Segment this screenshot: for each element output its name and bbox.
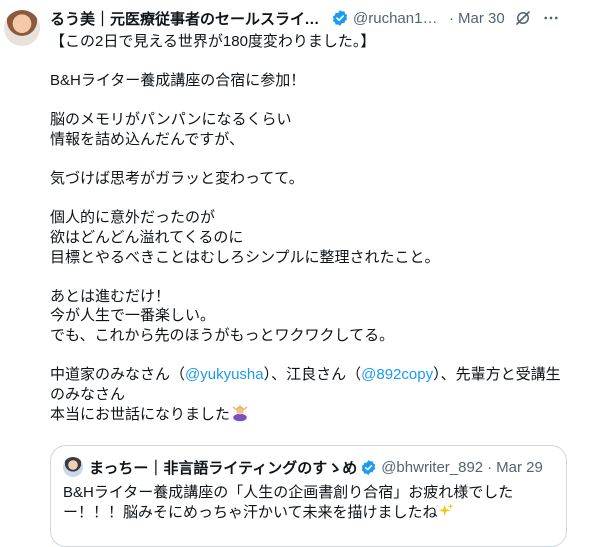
tweet-header: るう美｜元医療従事者のセールスライタ… @ruchan16… · Mar 30 xyxy=(50,6,585,30)
tweet-lines: 【この2日で見える世界が180度変わりました。】 B&Hライター養成講座の合宿に参… xyxy=(50,32,570,365)
tweet-text: 【この2日で見える世界が180度変わりました。】 B&Hライター養成講座の合宿に参… xyxy=(50,32,570,424)
quote-line-2: ー！！！脳みそにめっちゃ汗かいて未来を描けましたね xyxy=(63,503,558,523)
tweet-line: 脳のメモリがパンパンになるくらい xyxy=(50,111,292,129)
author-avatar[interactable] xyxy=(4,10,40,46)
tweet-line: B&Hライター養成講座の合宿に参加！ xyxy=(50,72,306,90)
quote-author-name[interactable]: まっちー｜非言語ライティングのすゝめ xyxy=(89,457,357,478)
tweet-line: 情報を詰め込んだんですが、 xyxy=(50,130,244,148)
thanks-middle: ）、江良さん（ xyxy=(263,366,362,384)
quote-date[interactable]: Mar 29 xyxy=(496,459,543,476)
quote-header: まっちー｜非言語ライティングのすゝめ @bhwriter_892 · Mar 2… xyxy=(63,456,556,478)
quote-text: B&Hライター養成講座の「人生の企画書創り合宿」お疲れ様でした ー！！！脳みそに… xyxy=(63,483,558,523)
thanks-line-1: 中道家のみなさん（@yukyusha）、江良さん（@892copy）、先輩方と受… xyxy=(50,365,570,385)
thanks-line-3-text: 本当にお世話になりました xyxy=(50,406,231,424)
separator-dot: · xyxy=(487,458,493,476)
thanks-line-3: 本当にお世話になりました xyxy=(50,404,570,424)
tweet-line: 今が人生で一番楽しい。 xyxy=(50,307,216,325)
tweet-line: あとは進むだけ！ xyxy=(50,287,171,305)
grok-icon[interactable] xyxy=(514,9,532,27)
mention-892copy[interactable]: @892copy xyxy=(361,366,433,383)
thanks-line-2: のみなさん xyxy=(50,385,126,403)
bowing-person-emoji xyxy=(231,404,249,428)
verified-badge-icon xyxy=(360,459,377,476)
mention-yukyusha[interactable]: @yukyusha xyxy=(185,366,264,383)
tweet-line: 目標とやるべきことはむしろシンプルに整理されたこと。 xyxy=(50,248,440,266)
tweet-line: でも、これから先のほうがもっとワクワクしてる。 xyxy=(50,326,395,344)
sparkles-emoji xyxy=(438,503,454,521)
tweet-date[interactable]: Mar 30 xyxy=(458,10,505,27)
more-icon[interactable] xyxy=(542,9,560,27)
tweet-line: 個人的に意外だったのが xyxy=(50,209,216,227)
author-handle[interactable]: @ruchan16… xyxy=(353,10,445,27)
thanks-prefix: 中道家のみなさん（ xyxy=(50,366,186,384)
verified-badge-icon xyxy=(331,9,349,27)
quoted-tweet[interactable]: まっちー｜非言語ライティングのすゝめ @bhwriter_892 · Mar 2… xyxy=(50,445,567,547)
tweet-line: 欲はどんどん溢れてくるのに xyxy=(50,228,244,246)
quote-author-avatar[interactable] xyxy=(63,457,83,477)
tweet-line: 気づけば思考がガラッと変わってて。 xyxy=(50,170,304,188)
author-name[interactable]: るう美｜元医療従事者のセールスライタ… xyxy=(50,8,328,29)
tweet[interactable]: るう美｜元医療従事者のセールスライタ… @ruchan16… · Mar 30 … xyxy=(0,0,593,547)
separator-dot: · xyxy=(449,9,454,27)
thanks-suffix: ）、先輩方と受講生 xyxy=(433,366,561,384)
tweet-line: 【この2日で見える世界が180度変わりました。】 xyxy=(50,33,376,50)
quote-line-2-text: ー！！！脳みそにめっちゃ汗かいて未来を描けましたね xyxy=(63,504,438,521)
quote-author-handle[interactable]: @bhwriter_892 xyxy=(381,459,483,476)
quote-line-1: B&Hライター養成講座の「人生の企画書創り合宿」お疲れ様でした xyxy=(63,484,514,501)
